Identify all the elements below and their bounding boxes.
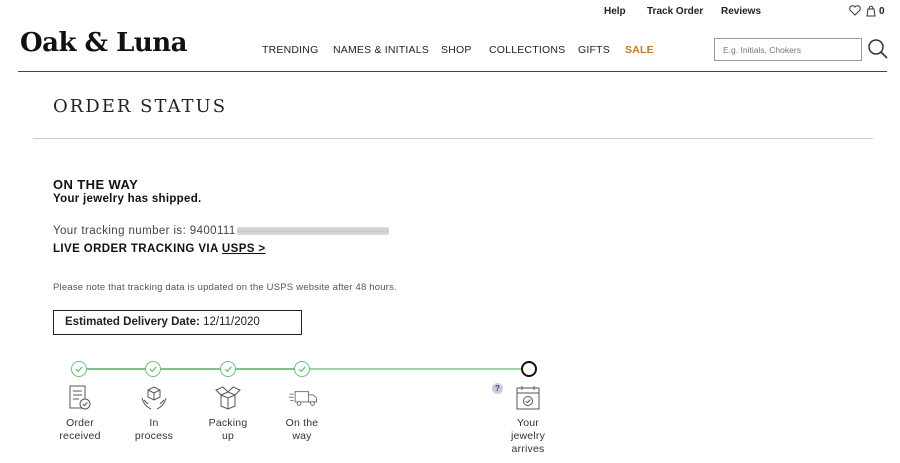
step-dot-in-process: [145, 361, 161, 377]
search-input[interactable]: [714, 38, 862, 61]
estimated-delivery-date: 12/11/2020: [203, 316, 260, 328]
nav-item-names-initials[interactable]: NAMES & INITIALS: [333, 44, 429, 56]
truck-icon: [288, 384, 318, 412]
nav-item-trending[interactable]: TRENDING: [262, 44, 318, 56]
step-dot-on-the-way: [294, 361, 310, 377]
main-nav: TRENDING NAMES & INITIALS SHOP COLLECTIO…: [0, 44, 700, 58]
help-icon[interactable]: ?: [492, 383, 503, 394]
status-headline: ON THE WAY: [53, 177, 139, 192]
step-label-packing-up: Packing up: [208, 417, 248, 442]
step-dot-order-received: [71, 361, 87, 377]
hands-box-icon: [139, 384, 169, 412]
receipt-icon: [65, 384, 95, 412]
nav-item-shop[interactable]: SHOP: [441, 44, 472, 56]
step-dot-arrives: [521, 361, 537, 377]
nav-item-collections[interactable]: COLLECTIONS: [489, 44, 565, 56]
reviews-link[interactable]: Reviews: [721, 6, 761, 17]
step-label-order-received: Order received: [59, 417, 101, 442]
nav-item-sale[interactable]: SALE: [625, 44, 654, 56]
header-divider: [18, 71, 887, 72]
step-label-arrives: Your jewelry arrives: [510, 417, 546, 455]
progress-line-pending: [302, 368, 529, 370]
search-icon[interactable]: [866, 36, 890, 62]
tracking-redaction: [236, 226, 389, 235]
tracking-number: Your tracking number is: 9400111: [53, 225, 389, 237]
page-title: ORDER STATUS: [53, 96, 228, 117]
nav-item-gifts[interactable]: GIFTS: [578, 44, 610, 56]
step-label-on-the-way: On the way: [285, 417, 319, 442]
estimated-delivery-label: Estimated Delivery Date:: [65, 316, 200, 328]
live-tracking-label: LIVE ORDER TRACKING VIA: [53, 243, 219, 255]
heart-icon[interactable]: [849, 5, 861, 19]
progress-line-complete: [79, 368, 302, 370]
cart-count: 0: [879, 6, 885, 17]
status-subline: Your jewelry has shipped.: [53, 193, 202, 205]
help-link[interactable]: Help: [604, 6, 626, 17]
tracking-number-text: Your tracking number is: 9400111: [53, 225, 236, 237]
step-dot-packing-up: [220, 361, 236, 377]
calendar-check-icon: [513, 384, 543, 412]
bag-icon[interactable]: [865, 5, 877, 20]
track-order-link[interactable]: Track Order: [647, 6, 703, 17]
tracking-note: Please note that tracking data is update…: [53, 282, 397, 293]
usps-link[interactable]: USPS >: [222, 243, 266, 255]
utility-bar: Help Track Order Reviews 0: [0, 5, 900, 20]
open-box-icon: [213, 384, 243, 412]
title-divider: [33, 138, 873, 139]
estimated-delivery-box: Estimated Delivery Date: 12/11/2020: [53, 310, 302, 335]
step-label-in-process: In process: [134, 417, 174, 442]
live-tracking: LIVE ORDER TRACKING VIA USPS >: [53, 243, 266, 255]
